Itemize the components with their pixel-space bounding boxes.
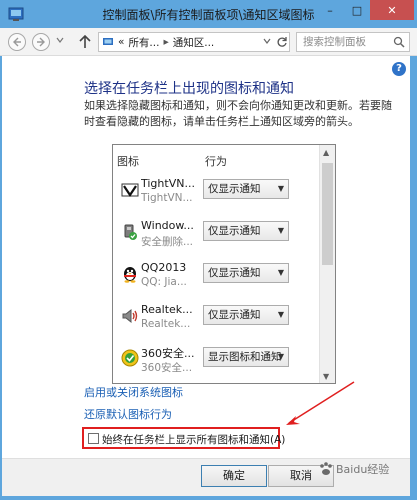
watermark-text: Baidu经验: [336, 463, 390, 476]
notification-icons-list[interactable]: 图标 行为 TightVN... TightVN... 仅显示通知 ▼ Wind…: [112, 144, 336, 384]
scroll-down-icon[interactable]: ▼: [323, 372, 329, 381]
page-description: 如果选择隐藏图标和通知，则不会向你通知更改和更新。若要随时查看隐藏的图标，请单击…: [84, 99, 392, 128]
behavior-select[interactable]: 仅显示通知 ▼: [203, 221, 289, 241]
list-item: TightVN... TightVN... 仅显示通知 ▼: [113, 171, 319, 213]
behavior-select[interactable]: 仅显示通知 ▼: [203, 179, 289, 199]
list-item: Window... 安全删除... 仅显示通知 ▼: [113, 213, 319, 255]
column-header-icon: 图标: [117, 155, 139, 168]
behavior-value: 仅显示通知: [208, 267, 261, 279]
address-bar[interactable]: « 所有... ▸ 通知区...: [98, 32, 290, 52]
baidu-paw-icon: [320, 462, 332, 475]
window-frame: 控制面板\所有控制面板项\通知区域图标 – □ ✕ « 所有... ▸ 通知区.…: [0, 0, 417, 500]
behavior-select[interactable]: 显示图标和通知 ▼: [203, 347, 289, 367]
chevron-down-icon: ▼: [277, 352, 284, 361]
title-bar[interactable]: 控制面板\所有控制面板项\通知区域图标 – □ ✕: [0, 0, 417, 28]
behavior-value: 仅显示通知: [208, 309, 261, 321]
program-description: TightVN...: [141, 192, 193, 204]
qq-penguin-icon: [124, 267, 136, 283]
behavior-value: 仅显示通知: [208, 183, 261, 195]
list-scrollbar[interactable]: ▲ ▼: [319, 145, 335, 383]
minimize-button[interactable]: –: [316, 0, 344, 20]
content-area: ? 选择在任务栏上出现的图标和通知 如果选择隐藏图标和通知，则不会向你通知更改和…: [2, 56, 410, 458]
forward-button[interactable]: [32, 33, 50, 51]
behavior-value: 仅显示通知: [208, 225, 261, 237]
system-icons-link[interactable]: 启用或关闭系统图标: [84, 384, 183, 400]
list-item: QQ2013 QQ: Jia... 仅显示通知 ▼: [113, 255, 319, 297]
list-item: Realtek... Realtek... 仅显示通知 ▼: [113, 297, 319, 339]
page-title: 选择在任务栏上出现的图标和通知: [84, 81, 294, 97]
always-show-checkbox[interactable]: [88, 433, 99, 444]
always-show-label[interactable]: 始终在任务栏上显示所有图标和通知(A): [102, 432, 285, 447]
list-item: 360安全... 360安全... 显示图标和通知 ▼: [113, 339, 319, 381]
program-description: Realtek...: [141, 318, 191, 330]
program-description: QQ: Jia...: [141, 276, 187, 288]
search-input[interactable]: 搜索控制面板: [296, 32, 410, 52]
program-name: Realtek...: [141, 303, 193, 316]
speaker-icon: [122, 308, 138, 324]
close-button[interactable]: ✕: [370, 0, 414, 20]
control-panel-small-icon: [103, 38, 113, 45]
ok-button[interactable]: 确定: [201, 465, 267, 487]
back-button[interactable]: [8, 33, 26, 51]
program-description: 安全删除...: [141, 236, 194, 248]
program-name: 360安全...: [141, 347, 195, 360]
up-arrow-icon[interactable]: [78, 34, 92, 50]
column-header-behavior: 行为: [205, 155, 227, 168]
search-placeholder: 搜索控制面板: [303, 36, 366, 48]
program-name: QQ2013: [141, 261, 187, 274]
refresh-button[interactable]: [272, 32, 292, 52]
chevron-down-icon: ▼: [277, 226, 284, 235]
arrow-left-icon: [13, 37, 21, 47]
program-name: TightVN...: [141, 177, 195, 190]
program-description: 360安全...: [141, 362, 193, 374]
behavior-select[interactable]: 仅显示通知 ▼: [203, 263, 289, 283]
breadcrumb-separator[interactable]: ▸: [163, 36, 168, 48]
help-icon[interactable]: ?: [392, 62, 406, 76]
behavior-value: 显示图标和通知: [208, 351, 282, 363]
360-security-icon: [121, 349, 139, 367]
refresh-icon: [277, 37, 287, 47]
address-dropdown-icon[interactable]: [263, 37, 271, 45]
restore-defaults-link[interactable]: 还原默认图标行为: [84, 406, 172, 422]
navigation-bar: « 所有... ▸ 通知区... 搜索控制面板: [0, 28, 417, 56]
chevron-down-icon: ▼: [277, 184, 284, 193]
maximize-button[interactable]: □: [344, 0, 370, 20]
always-show-all-icons-option[interactable]: 始终在任务栏上显示所有图标和通知(A): [82, 427, 285, 449]
behavior-select[interactable]: 仅显示通知 ▼: [203, 305, 289, 325]
baidu-watermark: Baidu经验: [318, 461, 389, 477]
chevron-down-icon: ▼: [277, 268, 284, 277]
arrow-right-icon: [37, 37, 45, 47]
recent-locations-chevron-icon[interactable]: [56, 36, 64, 44]
breadcrumb-notification-area[interactable]: 通知区...: [173, 35, 215, 50]
chevron-down-icon: ▼: [277, 310, 284, 319]
breadcrumb-all-items[interactable]: 所有...: [128, 35, 159, 50]
list-header: 图标 行为: [113, 145, 319, 169]
program-name: Window...: [141, 219, 194, 232]
search-icon[interactable]: [393, 36, 405, 48]
breadcrumb-overflow[interactable]: «: [118, 36, 124, 48]
scrollbar-thumb[interactable]: [322, 163, 333, 265]
tightvnc-icon: [121, 183, 139, 197]
usb-device-icon: [124, 224, 137, 240]
scroll-up-icon[interactable]: ▲: [323, 148, 329, 157]
